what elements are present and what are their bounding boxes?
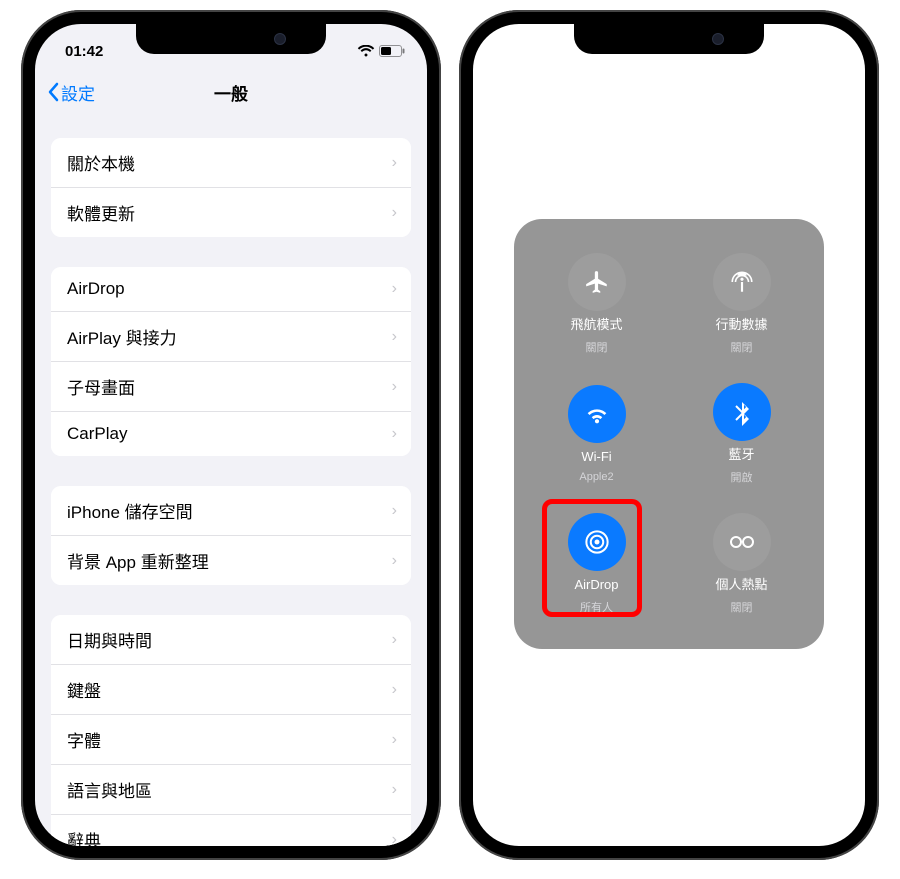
cc-label: AirDrop [574,577,618,593]
row-label: 語言與地區 [67,777,152,802]
row-label: 辭典 [67,827,101,846]
row-fonts[interactable]: 字體 › [51,715,411,765]
settings-group: 日期與時間 › 鍵盤 › 字體 › 語言與地區 › 辭典 › [51,615,411,846]
back-button[interactable]: 設定 [47,80,95,105]
row-airdrop[interactable]: AirDrop › [51,267,411,312]
chevron-right-icon: › [392,631,397,649]
row-bg-refresh[interactable]: 背景 App 重新整理 › [51,536,411,585]
row-storage[interactable]: iPhone 儲存空間 › [51,486,411,536]
row-software-update[interactable]: 軟體更新 › [51,188,411,237]
chevron-right-icon: › [392,552,397,570]
cc-hotspot[interactable]: 個人熱點 關閉 [669,499,814,629]
cc-sublabel: 所有人 [580,599,613,615]
row-keyboard[interactable]: 鍵盤 › [51,665,411,715]
row-pip[interactable]: 子母畫面 › [51,362,411,412]
cc-label: Wi-Fi [581,449,611,465]
row-label: iPhone 儲存空間 [67,498,193,523]
chevron-right-icon: › [392,204,397,222]
bluetooth-icon [713,383,771,441]
cc-sublabel: Apple2 [579,471,613,483]
row-label: 日期與時間 [67,627,152,652]
back-label: 設定 [61,80,95,105]
battery-icon [379,45,405,57]
settings-group: 關於本機 › 軟體更新 › [51,138,411,237]
settings-group: AirDrop › AirPlay 與接力 › 子母畫面 › CarPlay › [51,267,411,456]
cc-cellular[interactable]: 行動數據 關閉 [669,239,814,369]
row-dictionary[interactable]: 辭典 › [51,815,411,846]
cc-label: 行動數據 [715,317,767,333]
cc-airplane[interactable]: 飛航模式 關閉 [524,239,669,369]
row-label: 軟體更新 [67,200,135,225]
chevron-right-icon: › [392,280,397,298]
row-language[interactable]: 語言與地區 › [51,765,411,815]
chevron-right-icon: › [392,425,397,443]
chevron-left-icon [47,82,59,102]
cc-wifi[interactable]: Wi-Fi Apple2 [524,369,669,499]
cellular-icon [713,253,771,311]
chevron-right-icon: › [392,681,397,699]
chevron-right-icon: › [392,328,397,346]
row-about[interactable]: 關於本機 › [51,138,411,188]
cc-bluetooth[interactable]: 藍牙 開啟 [669,369,814,499]
settings-list: 關於本機 › 軟體更新 › AirDrop › AirPlay 與接力 › 子母畫面 › … [35,138,427,846]
phone-mockup-control-center: 飛航模式 關閉 行動數據 關閉 Wi-Fi Apple2 [459,10,879,860]
wifi-icon [568,385,626,443]
chevron-right-icon: › [392,154,397,172]
status-time: 01:42 [65,43,103,60]
row-label: 子母畫面 [67,374,135,399]
control-center-panel: 飛航模式 關閉 行動數據 關閉 Wi-Fi Apple2 [514,219,824,649]
chevron-right-icon: › [392,831,397,847]
row-label: CarPlay [67,424,127,444]
cc-airdrop[interactable]: AirDrop 所有人 [524,499,669,629]
row-label: 字體 [67,727,101,752]
row-label: 鍵盤 [67,677,101,702]
row-label: 關於本機 [67,150,135,175]
hotspot-icon [713,513,771,571]
nav-header: 設定 一般 [35,68,427,116]
cc-sublabel: 關閉 [731,599,753,615]
notch [136,24,326,54]
cc-sublabel: 開啟 [731,469,753,485]
cc-sublabel: 關閉 [731,339,753,355]
status-indicators [357,45,405,57]
cc-label: 個人熱點 [715,577,767,593]
chevron-right-icon: › [392,781,397,799]
notch [574,24,764,54]
settings-group: iPhone 儲存空間 › 背景 App 重新整理 › [51,486,411,585]
cc-label: 飛航模式 [570,317,622,333]
airplane-icon [568,253,626,311]
row-label: 背景 App 重新整理 [67,548,209,573]
chevron-right-icon: › [392,731,397,749]
chevron-right-icon: › [392,378,397,396]
row-label: AirPlay 與接力 [67,324,177,349]
airdrop-icon [568,513,626,571]
chevron-right-icon: › [392,502,397,520]
row-airplay[interactable]: AirPlay 與接力 › [51,312,411,362]
row-carplay[interactable]: CarPlay › [51,412,411,456]
phone-mockup-settings: 01:42 設定 一般 關於本機 › 軟體更新 › AirDrop › AirPlay… [21,10,441,860]
cc-sublabel: 關閉 [586,339,608,355]
row-label: AirDrop [67,279,125,299]
wifi-icon [357,45,375,57]
cc-label: 藍牙 [728,447,754,463]
row-datetime[interactable]: 日期與時間 › [51,615,411,665]
